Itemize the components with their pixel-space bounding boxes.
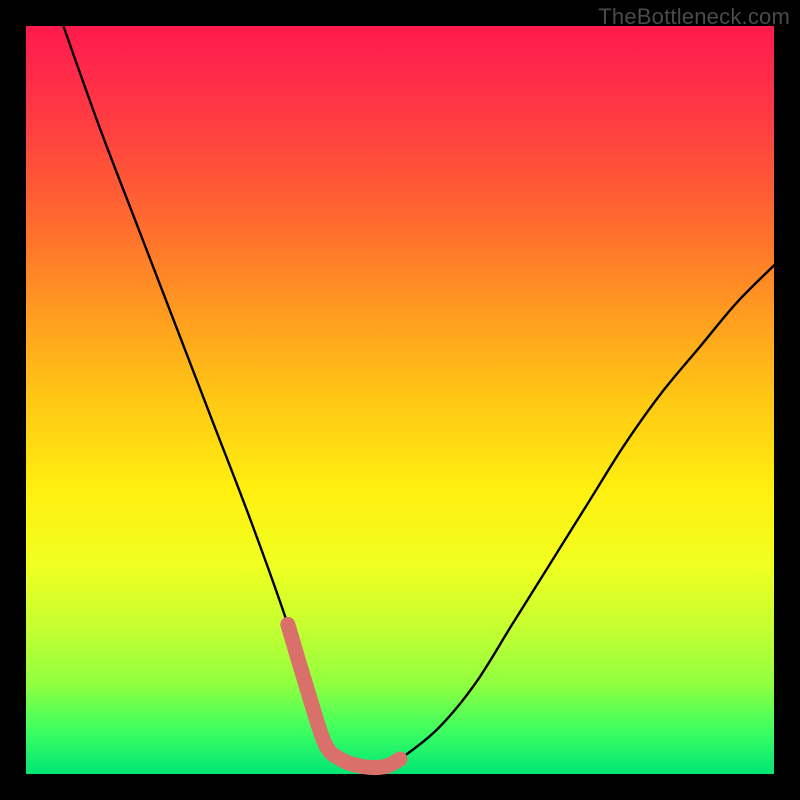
chart-frame: TheBottleneck.com [0,0,800,800]
bottleneck-curve-highlight [288,624,400,767]
plot-area [26,26,774,774]
curve-svg [26,26,774,774]
bottleneck-curve [63,26,774,767]
